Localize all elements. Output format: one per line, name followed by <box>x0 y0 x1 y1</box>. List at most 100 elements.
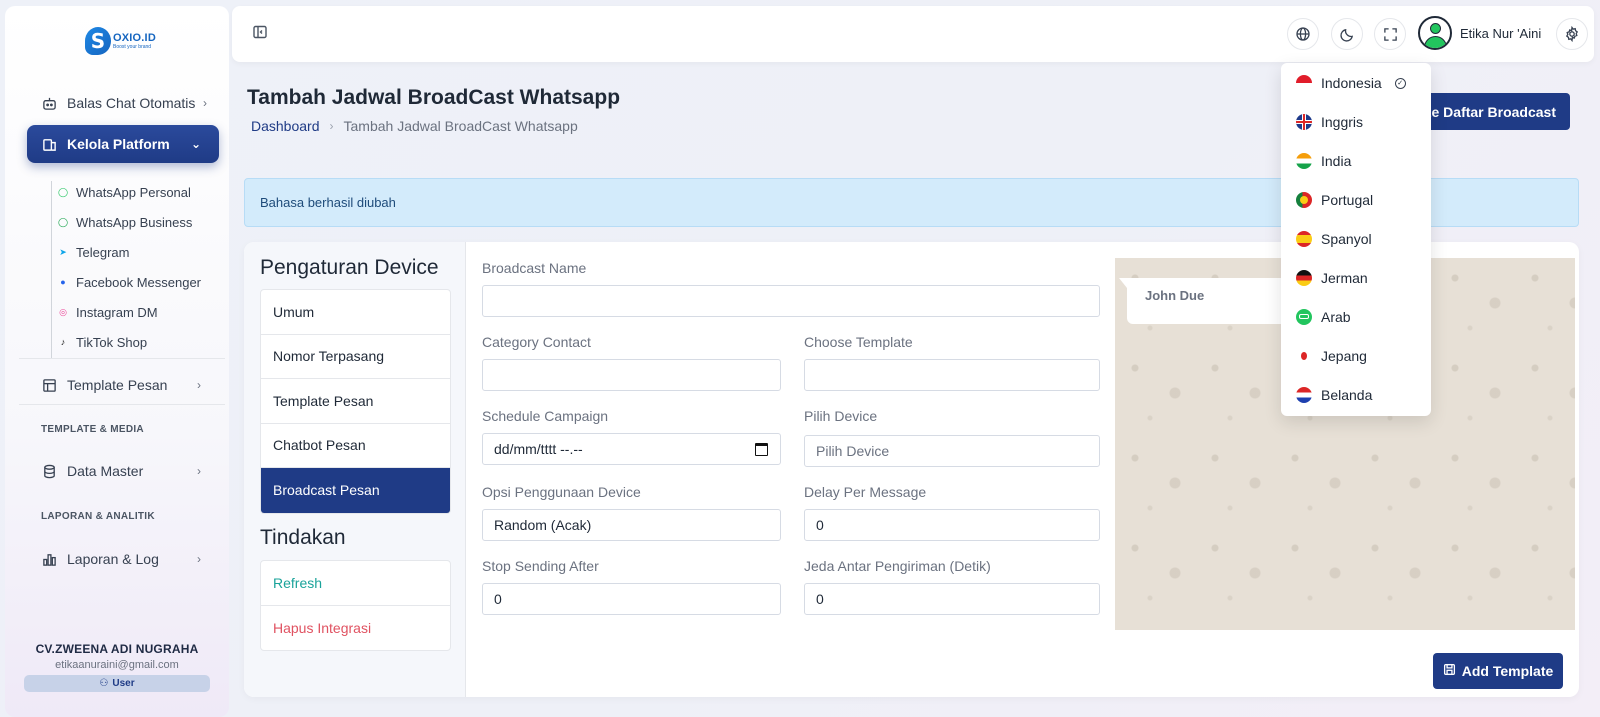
stop-after-label: Stop Sending After <box>482 558 599 574</box>
language-option-jerman[interactable]: Jerman <box>1281 260 1431 296</box>
chevron-right-icon: › <box>203 96 207 110</box>
gear-icon[interactable] <box>1556 18 1588 50</box>
sidebar-toggle-icon[interactable] <box>252 24 270 42</box>
robot-icon <box>41 95 57 111</box>
user-icon: ⚇ <box>99 678 109 689</box>
settings-menu-umum[interactable]: Umum <box>261 290 450 335</box>
flag-netherlands-icon <box>1296 387 1312 403</box>
submenu-label: Telegram <box>76 244 130 260</box>
flag-indonesia-icon <box>1296 75 1312 91</box>
logo-icon: S <box>85 27 111 55</box>
settings-menu-template-pesan[interactable]: Template Pesan <box>261 379 450 424</box>
opsi-device-label: Opsi Penggunaan Device <box>482 484 641 500</box>
calendar-icon[interactable] <box>755 443 768 456</box>
brand-tagline: Boost your brand <box>113 43 152 50</box>
divider <box>19 404 225 405</box>
database-icon <box>41 463 57 479</box>
alert-message: Bahasa berhasil diubah <box>260 195 396 210</box>
language-label: Jepang <box>1321 348 1367 364</box>
preview-chat-bubble: John Due <box>1119 278 1297 324</box>
settings-menu-nomor-terpasang[interactable]: Nomor Terpasang <box>261 335 450 379</box>
chevron-right-icon: › <box>197 552 201 566</box>
pilih-device-select[interactable]: Pilih Device <box>804 435 1100 467</box>
language-label: Jerman <box>1321 270 1368 286</box>
language-option-india[interactable]: India <box>1281 143 1431 179</box>
moon-icon[interactable] <box>1331 18 1363 50</box>
schedule-campaign-label: Schedule Campaign <box>482 408 609 424</box>
sidebar-item-kelola-platform[interactable]: Kelola Platform ⌄ <box>27 125 219 163</box>
stop-after-input[interactable]: 0 <box>482 583 781 615</box>
language-option-belanda[interactable]: Belanda <box>1281 377 1431 413</box>
actions-menu: Refresh Hapus Integrasi <box>260 560 451 651</box>
submenu-instagram-dm[interactable]: ◎ Instagram DM <box>58 301 228 323</box>
bar-chart-icon <box>41 551 57 567</box>
globe-icon[interactable] <box>1287 18 1319 50</box>
hapus-integrasi-action[interactable]: Hapus Integrasi <box>261 606 450 651</box>
opsi-device-select[interactable]: Random (Acak) <box>482 509 781 541</box>
instagram-icon: ◎ <box>59 306 67 317</box>
choose-template-label: Choose Template <box>804 334 913 350</box>
platform-icon <box>41 136 57 152</box>
role-badge: ⚇ User <box>24 675 210 692</box>
section-label-template-media: TEMPLATE & MEDIA <box>41 424 144 435</box>
language-label: Spanyol <box>1321 231 1372 247</box>
choose-template-select[interactable] <box>804 359 1100 391</box>
language-option-arab[interactable]: Arab <box>1281 299 1431 335</box>
language-option-portugal[interactable]: Portugal <box>1281 182 1431 218</box>
settings-menu: Umum Nomor Terpasang Template Pesan Chat… <box>260 289 451 514</box>
language-label: Indonesia <box>1321 75 1382 91</box>
flag-japan-icon <box>1296 348 1312 364</box>
pilih-device-label: Pilih Device <box>804 408 878 424</box>
sidebar-item-data-master[interactable]: Data Master › <box>27 452 219 490</box>
settings-pane: Pengaturan Device Umum Nomor Terpasang T… <box>244 242 466 697</box>
user-menu[interactable]: Etika Nur 'Aini <box>1418 16 1541 50</box>
fullscreen-icon[interactable] <box>1374 18 1406 50</box>
sidebar-item-label: Template Pesan <box>67 377 168 393</box>
messenger-icon: ● <box>60 277 66 287</box>
sidebar-item-laporan-log[interactable]: Laporan & Log › <box>27 540 219 578</box>
chevron-down-icon: ⌄ <box>190 137 201 151</box>
flag-portugal-icon <box>1296 192 1312 208</box>
delay-input[interactable]: 0 <box>804 509 1100 541</box>
chevron-right-icon: › <box>197 378 201 392</box>
jeda-label: Jeda Antar Pengiriman (Detik) <box>804 558 991 574</box>
submenu-whatsapp-business[interactable]: ◯ WhatsApp Business <box>58 211 228 233</box>
settings-menu-chatbot-pesan[interactable]: Chatbot Pesan <box>261 424 450 468</box>
topbar-user-name: Etika Nur 'Aini <box>1460 25 1542 41</box>
divider <box>19 358 225 359</box>
schedule-campaign-input[interactable]: dd/mm/tttt --.-- <box>482 433 781 465</box>
submenu-telegram[interactable]: ➤ Telegram <box>58 241 228 263</box>
language-option-inggris[interactable]: Inggris <box>1281 104 1431 140</box>
jeda-input[interactable]: 0 <box>804 583 1100 615</box>
flag-germany-icon <box>1296 270 1312 286</box>
flag-spain-icon <box>1296 231 1312 247</box>
broadcast-name-label: Broadcast Name <box>482 260 587 276</box>
chevron-right-icon: › <box>329 119 334 133</box>
submenu-tiktok-shop[interactable]: ♪ TikTok Shop <box>58 331 228 353</box>
breadcrumb: Dashboard › Tambah Jadwal BroadCast What… <box>251 118 578 134</box>
whatsapp-business-icon: ◯ <box>57 216 69 227</box>
sidebar-item-label: Data Master <box>67 463 144 479</box>
language-option-spanyol[interactable]: Spanyol <box>1281 221 1431 257</box>
submenu-whatsapp-personal[interactable]: ◯ WhatsApp Personal <box>58 181 228 203</box>
topbar: Etika Nur 'Aini <box>232 6 1594 62</box>
telegram-icon: ➤ <box>59 246 67 257</box>
breadcrumb-home-link[interactable]: Dashboard <box>251 118 320 134</box>
sidebar-item-label: Kelola Platform <box>67 136 170 152</box>
delay-label: Delay Per Message <box>804 484 927 500</box>
submenu-label: WhatsApp Business <box>76 214 193 230</box>
sidebar-item-template-pesan[interactable]: Template Pesan › <box>27 366 219 404</box>
brand-logo[interactable]: S OXIO.ID Boost your brand <box>85 26 156 56</box>
language-option-jepang[interactable]: Jepang <box>1281 338 1431 374</box>
category-contact-select[interactable] <box>482 359 781 391</box>
add-template-button[interactable]: Add Template <box>1433 653 1563 689</box>
sidebar-item-balas-chat[interactable]: Balas Chat Otomatis › <box>27 84 219 122</box>
language-option-indonesia[interactable]: Indonesia ✓ <box>1281 65 1431 101</box>
submenu-facebook-messenger[interactable]: ● Facebook Messenger <box>58 271 228 293</box>
settings-menu-broadcast-pesan[interactable]: Broadcast Pesan <box>261 468 450 513</box>
broadcast-name-input[interactable] <box>482 285 1100 317</box>
refresh-action[interactable]: Refresh <box>261 561 450 606</box>
tiktok-icon: ♪ <box>60 337 66 347</box>
language-label: Portugal <box>1321 192 1374 208</box>
submenu-label: WhatsApp Personal <box>76 184 191 200</box>
